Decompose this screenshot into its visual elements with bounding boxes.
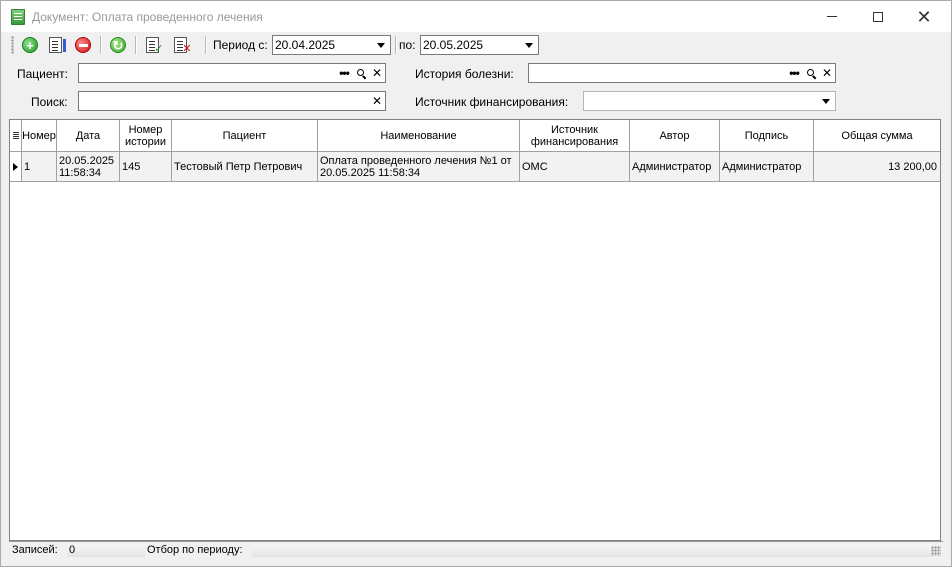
period-from-label: Период с: bbox=[213, 38, 268, 52]
table-cell-name[interactable]: Оплата проведенного лечения №1 от 20.05.… bbox=[318, 152, 520, 182]
table-cell-number[interactable]: 1 bbox=[22, 152, 57, 182]
table-cell-history[interactable]: 145 bbox=[120, 152, 172, 182]
edit-button[interactable] bbox=[44, 35, 66, 55]
period-from-value: 20.04.2025 bbox=[275, 38, 336, 52]
toolbar-separator bbox=[395, 36, 396, 54]
current-row-icon bbox=[13, 162, 18, 171]
funding-label: Источник финансирования: bbox=[415, 95, 569, 109]
table-cell-signature[interactable]: Администратор bbox=[720, 152, 814, 182]
table-cell-funding[interactable]: ОМС bbox=[520, 152, 630, 182]
documents-grid[interactable]: Номер Дата Номер истории Пациент Наимено… bbox=[9, 119, 941, 541]
document-app-icon bbox=[11, 9, 25, 25]
document-check-icon: ✓ bbox=[145, 37, 164, 55]
table-cell-total[interactable]: 13 200,00 bbox=[814, 152, 940, 182]
table-cell-patient[interactable]: Тестовый Петр Петрович bbox=[172, 152, 318, 182]
column-header-signature[interactable]: Подпись bbox=[720, 120, 814, 152]
search-input[interactable]: ✕ bbox=[78, 91, 386, 111]
document-cross-icon: ✕ bbox=[173, 37, 192, 55]
search-icon[interactable] bbox=[804, 65, 818, 81]
refresh-icon: ↻ bbox=[110, 37, 126, 53]
chevron-down-icon[interactable] bbox=[521, 37, 537, 53]
plus-circle-icon: + bbox=[22, 37, 38, 53]
column-header-history[interactable]: Номер истории bbox=[120, 120, 172, 152]
status-bar: Записей: 0 Отбор по периоду: bbox=[9, 541, 943, 558]
title-bar: Документ: Оплата проведенного лечения ✕ bbox=[1, 1, 951, 32]
clear-icon[interactable]: ✕ bbox=[370, 65, 384, 81]
column-menu-icon bbox=[12, 131, 19, 140]
grid-header-menu[interactable] bbox=[10, 120, 22, 152]
patient-label: Пациент: bbox=[17, 67, 69, 81]
column-header-patient[interactable]: Пациент bbox=[172, 120, 318, 152]
add-button[interactable]: + bbox=[19, 35, 41, 55]
period-to-date-picker[interactable]: 20.05.2025 bbox=[420, 35, 539, 55]
clear-icon[interactable]: ✕ bbox=[370, 93, 384, 109]
toolbar: + ↻ ✓ ✕ Период с: 20.04.2025 по: 20.05.2… bbox=[9, 32, 943, 58]
toolbar-separator bbox=[100, 36, 101, 54]
sign-button[interactable]: ✓ bbox=[141, 35, 164, 55]
history-label: История болезни: bbox=[415, 67, 514, 81]
minimize-icon bbox=[827, 16, 837, 17]
document-edit-icon bbox=[48, 37, 66, 53]
history-field[interactable]: ••• ✕ bbox=[528, 63, 836, 83]
more-icon[interactable]: ••• bbox=[337, 65, 351, 81]
close-button[interactable]: ✕ bbox=[901, 1, 947, 32]
resize-grip-icon[interactable] bbox=[931, 546, 941, 556]
unsign-button[interactable]: ✕ bbox=[169, 35, 192, 55]
minimize-button[interactable] bbox=[809, 1, 855, 32]
patient-field[interactable]: ••• ✕ bbox=[78, 63, 386, 83]
column-header-author[interactable]: Автор bbox=[630, 120, 720, 152]
funding-select[interactable] bbox=[583, 91, 836, 111]
minus-circle-icon bbox=[75, 37, 91, 53]
toolbar-separator bbox=[135, 36, 136, 54]
refresh-button[interactable]: ↻ bbox=[107, 35, 129, 55]
period-from-date-picker[interactable]: 20.04.2025 bbox=[272, 35, 391, 55]
search-label: Поиск: bbox=[31, 95, 68, 109]
close-icon: ✕ bbox=[916, 6, 932, 27]
column-header-number[interactable]: Номер bbox=[22, 120, 57, 152]
toolbar-grip-icon[interactable] bbox=[11, 36, 14, 54]
table-cell-author[interactable]: Администратор bbox=[630, 152, 720, 182]
table-cell-date[interactable]: 20.05.2025 11:58:34 bbox=[57, 152, 120, 182]
records-label: Записей: bbox=[12, 544, 58, 556]
column-header-total[interactable]: Общая сумма bbox=[814, 120, 940, 152]
maximize-icon bbox=[873, 11, 883, 22]
column-header-name[interactable]: Наименование bbox=[318, 120, 520, 152]
row-indicator[interactable] bbox=[10, 152, 22, 182]
column-header-date[interactable]: Дата bbox=[57, 120, 120, 152]
delete-button[interactable] bbox=[72, 35, 94, 55]
period-filter-label: Отбор по периоду: bbox=[147, 544, 243, 556]
period-filter-value bbox=[252, 544, 932, 557]
clear-icon[interactable]: ✕ bbox=[820, 65, 834, 81]
search-icon[interactable] bbox=[354, 65, 368, 81]
chevron-down-icon[interactable] bbox=[373, 37, 389, 53]
more-icon[interactable]: ••• bbox=[787, 65, 801, 81]
toolbar-separator bbox=[205, 36, 206, 54]
period-to-label: по: bbox=[399, 38, 416, 52]
column-header-funding[interactable]: Источник финансирования bbox=[520, 120, 630, 152]
maximize-button[interactable] bbox=[855, 1, 901, 32]
period-to-value: 20.05.2025 bbox=[423, 38, 484, 52]
document-window: Документ: Оплата проведенного лечения ✕ … bbox=[0, 0, 952, 567]
chevron-down-icon[interactable] bbox=[819, 93, 833, 109]
records-count: 0 bbox=[67, 544, 145, 557]
window-title: Документ: Оплата проведенного лечения bbox=[32, 10, 263, 24]
